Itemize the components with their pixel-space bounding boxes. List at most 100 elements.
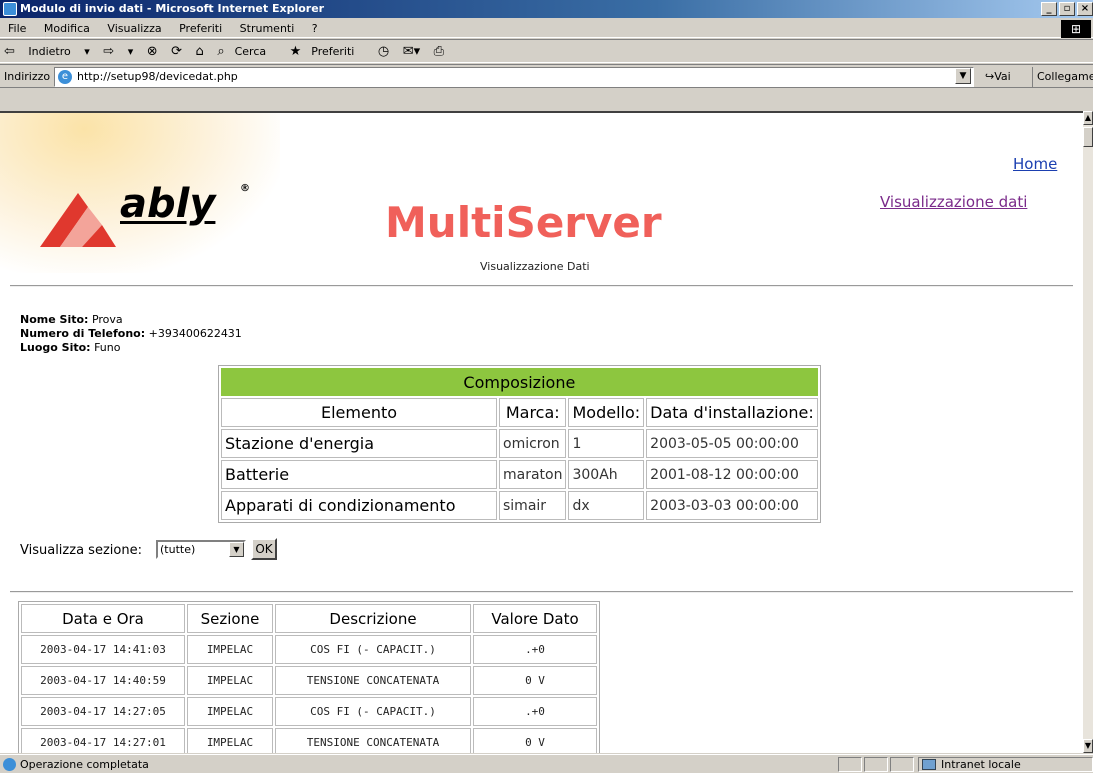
cell-section: IMPELAC bbox=[187, 697, 273, 726]
status-pane bbox=[838, 757, 862, 772]
cell-description: TENSIONE CONCATENATA bbox=[275, 728, 471, 753]
table-row: Batterie maraton 300Ah 2001-08-12 00:00:… bbox=[221, 460, 818, 489]
forward-arrow-icon: ⇨ bbox=[103, 44, 115, 59]
favorites-button[interactable]: ★ Preferiti bbox=[290, 44, 365, 59]
window-title: Modulo di invio dati - Microsoft Interne… bbox=[20, 2, 325, 15]
cell-section: IMPELAC bbox=[187, 635, 273, 664]
section-select[interactable]: (tutte) ▼ bbox=[156, 540, 246, 559]
title-bar: Modulo di invio dati - Microsoft Interne… bbox=[0, 0, 1093, 18]
address-label: Indirizzo bbox=[4, 70, 51, 83]
zone-label: Intranet locale bbox=[941, 758, 1021, 771]
stop-icon[interactable]: ⊗ bbox=[147, 40, 158, 64]
divider bbox=[10, 591, 1073, 593]
site-info: Nome Sito: Prova Numero di Telefono: +39… bbox=[20, 313, 242, 355]
column-header: Data d'installazione: bbox=[646, 398, 818, 427]
cell-datetime: 2003-04-17 14:40:59 bbox=[21, 666, 185, 695]
data-table: Data e Ora Sezione Descrizione Valore Da… bbox=[18, 601, 600, 753]
address-url: http://setup98/devicedat.php bbox=[77, 70, 238, 83]
maximize-button[interactable]: ▫ bbox=[1059, 2, 1075, 16]
cell-description: COS FI (- CAPACIT.) bbox=[275, 635, 471, 664]
close-button[interactable]: × bbox=[1077, 2, 1093, 16]
go-arrow-icon: ↪ bbox=[985, 70, 995, 83]
intranet-icon bbox=[922, 759, 936, 770]
status-pane bbox=[890, 757, 914, 772]
status-text: Operazione completata bbox=[20, 758, 149, 771]
home-link[interactable]: Home bbox=[1013, 155, 1057, 173]
browser-window: Modulo di invio dati - Microsoft Interne… bbox=[0, 0, 1093, 773]
status-pane bbox=[864, 757, 888, 772]
mail-icon[interactable]: ✉▾ bbox=[403, 40, 420, 64]
security-zone: Intranet locale bbox=[918, 757, 1093, 772]
home-icon[interactable]: ⌂ bbox=[196, 40, 204, 64]
logo-registered-mark: ® bbox=[240, 183, 250, 194]
forward-button[interactable]: ⇨ ▾ bbox=[103, 44, 133, 59]
page-viewport: ably ® MultiServer Visualizzazione Dati … bbox=[0, 111, 1083, 753]
toolbar: ⇦ Indietro ▾ ⇨ ▾ ⊗ ⟳ ⌂ ⌕ Cerca ★ Preferiti… bbox=[0, 39, 1093, 63]
divider bbox=[10, 285, 1073, 287]
menu-help[interactable]: ? bbox=[312, 22, 318, 35]
cell-model: 300Ah bbox=[568, 460, 645, 489]
address-dropdown-button[interactable]: ▼ bbox=[955, 68, 971, 84]
page-subtitle: Visualizzazione Dati bbox=[480, 260, 590, 273]
back-arrow-icon: ⇦ bbox=[4, 44, 15, 59]
menu-bar: File Modifica Visualizza Preferiti Strum… bbox=[0, 19, 1093, 38]
cell-install-date: 2001-08-12 00:00:00 bbox=[646, 460, 818, 489]
print-icon[interactable]: ⎙ bbox=[434, 40, 444, 64]
history-icon[interactable]: ◷ bbox=[378, 40, 389, 64]
column-header: Elemento bbox=[221, 398, 497, 427]
cell-value: .+0 bbox=[473, 635, 597, 664]
go-button[interactable]: ↪Vai bbox=[985, 67, 1011, 87]
composition-title: Composizione bbox=[221, 368, 818, 396]
ie-icon bbox=[3, 2, 17, 16]
section-label: Visualizza sezione: bbox=[20, 543, 142, 558]
cell-value: 0 V bbox=[473, 666, 597, 695]
favorites-icon: ★ bbox=[289, 44, 302, 59]
address-input[interactable]: e http://setup98/devicedat.php bbox=[54, 67, 974, 87]
cell-element: Stazione d'energia bbox=[221, 429, 497, 458]
cell-brand: simair bbox=[499, 491, 567, 520]
search-button[interactable]: ⌕ Cerca bbox=[217, 44, 276, 59]
cell-brand: omicron bbox=[499, 429, 567, 458]
cell-element: Batterie bbox=[221, 460, 497, 489]
table-row: Stazione d'energia omicron 1 2003-05-05 … bbox=[221, 429, 818, 458]
menu-file[interactable]: File bbox=[8, 22, 26, 35]
refresh-icon[interactable]: ⟳ bbox=[171, 40, 182, 64]
search-label: Cerca bbox=[234, 45, 267, 58]
cell-description: COS FI (- CAPACIT.) bbox=[275, 697, 471, 726]
logo-text: ably bbox=[120, 181, 216, 227]
scroll-thumb[interactable] bbox=[1083, 127, 1093, 147]
search-icon: ⌕ bbox=[217, 44, 225, 59]
composition-table: Composizione Elemento Marca: Modello: Da… bbox=[218, 365, 821, 523]
column-header: Modello: bbox=[568, 398, 645, 427]
site-place-label: Luogo Sito: bbox=[20, 341, 91, 354]
vertical-scrollbar[interactable]: ▲ ▼ bbox=[1083, 111, 1093, 753]
site-phone: +393400622431 bbox=[148, 327, 242, 340]
data-view-link[interactable]: Visualizzazione dati bbox=[880, 193, 1027, 211]
section-selected-value: (tutte) bbox=[160, 543, 196, 556]
cell-brand: maraton bbox=[499, 460, 567, 489]
back-button[interactable]: ⇦ Indietro ▾ bbox=[4, 44, 90, 59]
menu-tools[interactable]: Strumenti bbox=[240, 22, 295, 35]
menu-view[interactable]: Visualizza bbox=[107, 22, 161, 35]
scroll-down-icon[interactable]: ▼ bbox=[1083, 739, 1093, 753]
scroll-up-icon[interactable]: ▲ bbox=[1083, 111, 1093, 125]
status-bar: Operazione completata Intranet locale bbox=[0, 754, 1093, 773]
cell-model: 1 bbox=[568, 429, 645, 458]
cell-section: IMPELAC bbox=[187, 728, 273, 753]
windows-logo-icon: ⊞ bbox=[1061, 20, 1091, 38]
table-row: 2003-04-17 14:41:03 IMPELAC COS FI (- CA… bbox=[21, 635, 597, 664]
minimize-button[interactable]: _ bbox=[1041, 2, 1057, 16]
table-row: 2003-04-17 14:27:05 IMPELAC COS FI (- CA… bbox=[21, 697, 597, 726]
site-name-label: Nome Sito: bbox=[20, 313, 89, 326]
cell-value: 0 V bbox=[473, 728, 597, 753]
ok-button[interactable]: OK bbox=[251, 538, 277, 560]
menu-edit[interactable]: Modifica bbox=[44, 22, 90, 35]
cell-datetime: 2003-04-17 14:27:05 bbox=[21, 697, 185, 726]
menu-favorites[interactable]: Preferiti bbox=[179, 22, 222, 35]
table-row: 2003-04-17 14:27:01 IMPELAC TENSIONE CON… bbox=[21, 728, 597, 753]
links-button[interactable]: Collegamenti bbox=[1032, 67, 1093, 87]
cell-install-date: 2003-03-03 00:00:00 bbox=[646, 491, 818, 520]
cell-datetime: 2003-04-17 14:27:01 bbox=[21, 728, 185, 753]
address-bar: Indirizzo e http://setup98/devicedat.php… bbox=[0, 64, 1093, 88]
site-phone-label: Numero di Telefono: bbox=[20, 327, 146, 340]
